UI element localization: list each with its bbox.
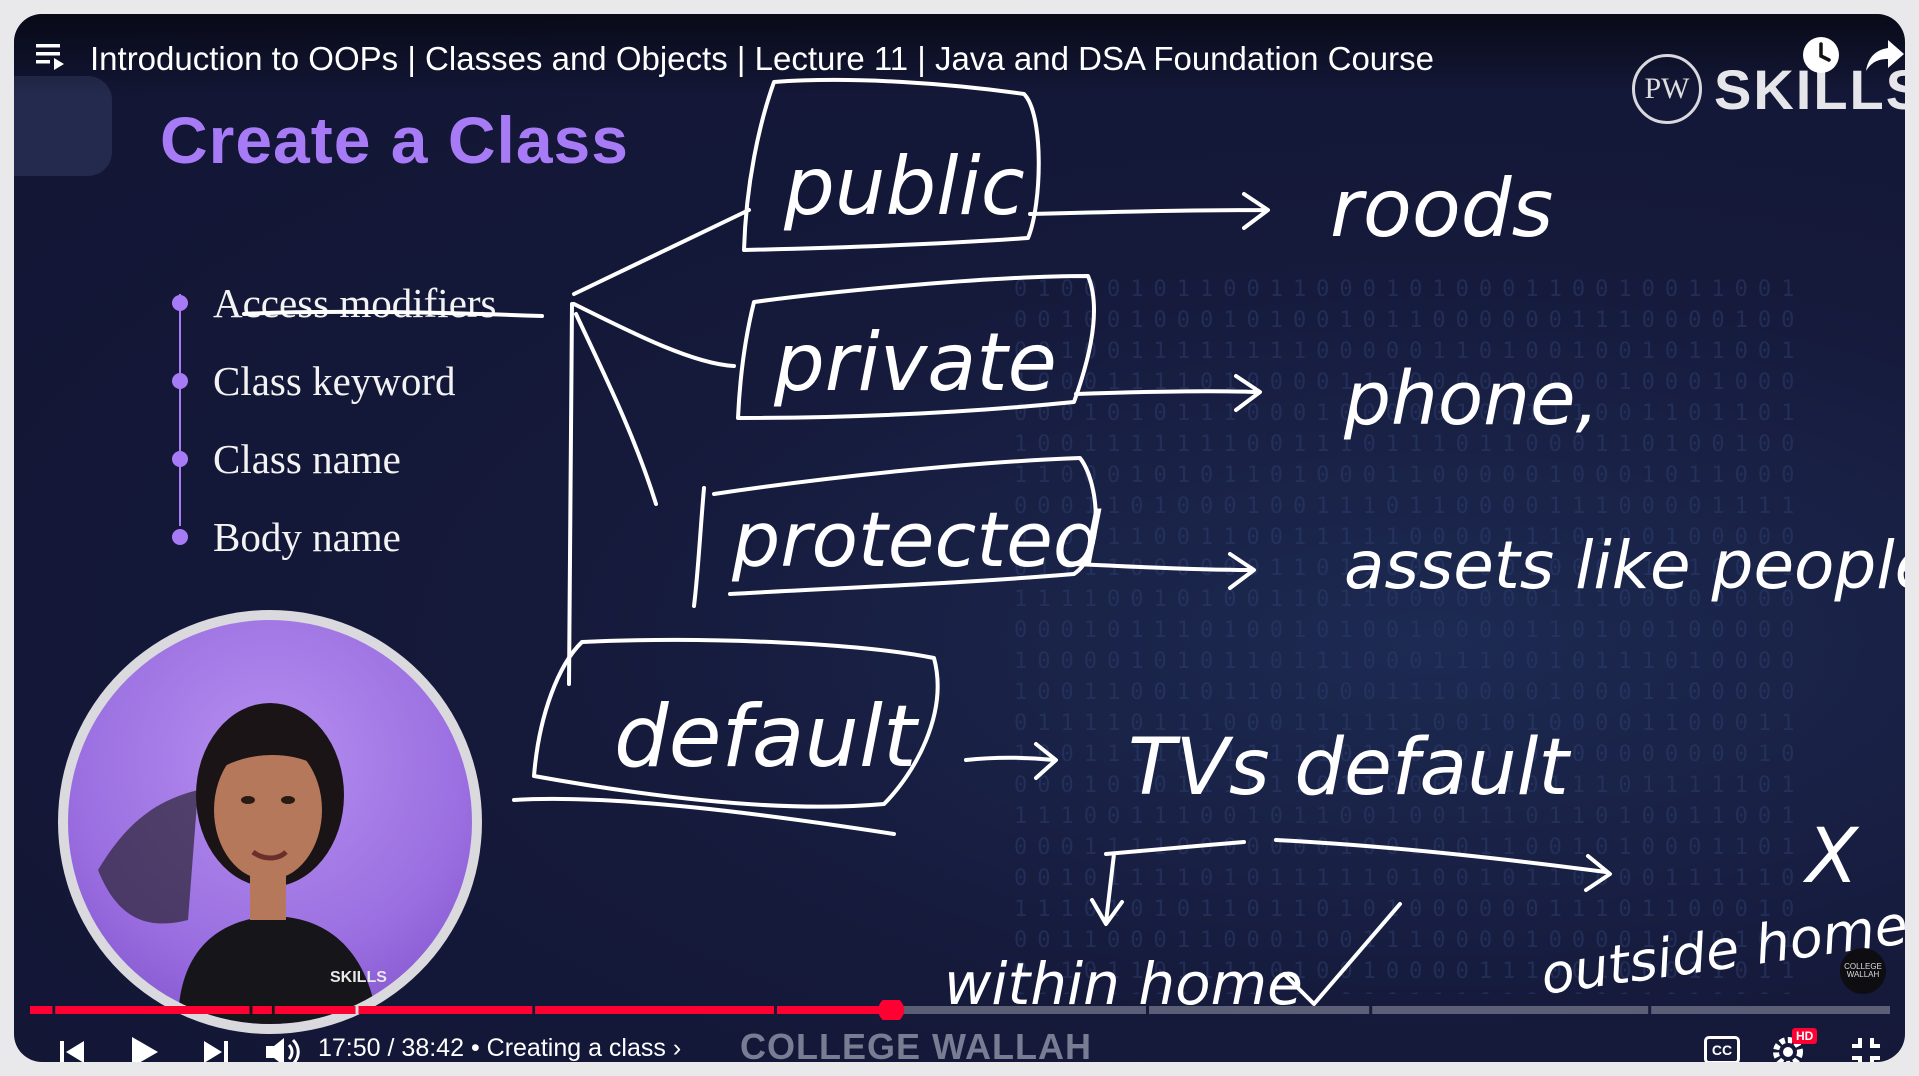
time-display: 17:50 / 38:42 • Creating a class ›	[318, 1034, 681, 1062]
chapter-title[interactable]: Creating a class	[487, 1034, 666, 1062]
previous-icon[interactable]	[54, 1034, 90, 1062]
annotation-phone: phone,	[1343, 356, 1599, 442]
arrow-stroke	[1090, 840, 1246, 926]
progress-played	[274, 1006, 356, 1014]
channel-watermark: COLLEGE WALLAH	[740, 1026, 1092, 1062]
progress-bar[interactable]	[30, 1000, 1890, 1020]
annotation-public: public	[783, 140, 1025, 233]
college-wallah-badge: COLLEGE WALLAH	[1840, 948, 1886, 994]
progress-played	[30, 1006, 53, 1014]
duration: 38:42	[401, 1034, 464, 1062]
presenter-webcam: SKILLS	[58, 610, 482, 1034]
volume-icon[interactable]	[262, 1034, 302, 1062]
annotation-tvs-default: TVs default	[1128, 723, 1571, 813]
annotation-x-mark: X	[1802, 811, 1860, 900]
branch-stroke	[572, 208, 751, 296]
underline-stroke	[242, 309, 544, 318]
current-time: 17:50	[318, 1034, 381, 1062]
hd-badge: HD	[1792, 1028, 1818, 1044]
arrow-stroke	[1074, 374, 1262, 412]
box-stroke	[512, 796, 896, 836]
branch-stroke	[567, 302, 574, 686]
progress-played	[358, 1006, 533, 1014]
chapter-segment[interactable]	[1149, 1006, 1370, 1014]
presenter-figure: SKILLS	[98, 703, 387, 1024]
annotation-protected: protected	[731, 495, 1102, 584]
chevron-right-icon[interactable]: ›	[673, 1034, 681, 1062]
presenter-background: SKILLS	[68, 620, 472, 1024]
annotation-default: default	[614, 687, 920, 787]
captions-icon[interactable]: CC	[1704, 1036, 1740, 1062]
progress-played	[55, 1006, 250, 1014]
box-stroke	[692, 486, 706, 608]
play-icon[interactable]	[124, 1032, 164, 1062]
chapter-segment[interactable]	[1651, 1006, 1890, 1014]
chapter-segment[interactable]	[1372, 1006, 1649, 1014]
video-player[interactable]: 0100010110011000101000110010011001 00100…	[14, 14, 1905, 1062]
time-separator: /	[387, 1034, 402, 1062]
arrow-stroke	[1028, 192, 1270, 230]
exit-fullscreen-icon[interactable]	[1848, 1034, 1884, 1062]
progress-played	[252, 1006, 272, 1014]
progress-played	[777, 1006, 892, 1014]
chapter-separator: •	[470, 1034, 487, 1062]
arrow-stroke	[1274, 838, 1612, 892]
next-icon[interactable]	[198, 1034, 234, 1062]
annotation-private: private	[773, 316, 1057, 409]
progress-scrubber[interactable]	[878, 1000, 905, 1020]
annotation-roods: roods	[1330, 162, 1553, 255]
annotation-assets: assets like people	[1344, 527, 1905, 604]
progress-played	[535, 1006, 774, 1014]
branch-stroke	[574, 312, 658, 506]
shirt-logo: SKILLS	[330, 969, 387, 986]
arrow-stroke	[964, 742, 1058, 780]
